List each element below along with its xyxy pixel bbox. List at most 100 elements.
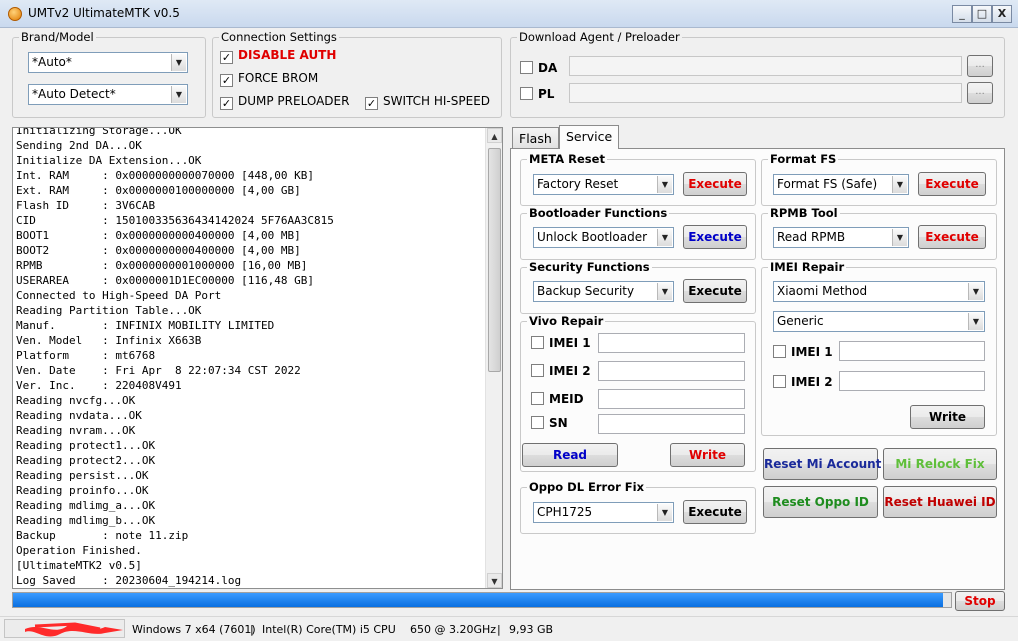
imei-repair-imei2-label: IMEI 2 — [791, 375, 833, 389]
imei-repair-imei2-checkbox[interactable]: IMEI 2 — [773, 375, 833, 391]
force-brom-checkbox[interactable]: ✓ FORCE BROM — [220, 71, 318, 87]
imei-repair-imei1-label: IMEI 1 — [791, 345, 833, 359]
vivo-imei2-label: IMEI 2 — [549, 364, 591, 378]
download-agent-legend: Download Agent / Preloader — [517, 30, 682, 44]
bootloader-group: Bootloader Functions Unlock Bootloader ▼… — [520, 206, 756, 260]
reset-huawei-id-button[interactable]: Reset Huawei ID — [883, 486, 997, 518]
pl-path-field[interactable] — [569, 83, 962, 103]
maximize-button[interactable]: □ — [972, 5, 992, 23]
dump-preloader-checkbox[interactable]: ✓ DUMP PRELOADER — [220, 94, 349, 110]
meta-reset-execute-button[interactable]: Execute — [683, 172, 747, 196]
reset-oppo-id-button[interactable]: Reset Oppo ID — [763, 486, 878, 518]
vivo-imei1-checkbox[interactable]: IMEI 1 — [531, 336, 591, 352]
security-execute-button[interactable]: Execute — [683, 279, 747, 303]
security-value: Backup Security — [537, 284, 635, 298]
brand-select[interactable]: *Auto* ▼ — [28, 52, 188, 73]
vivo-meid-checkbox[interactable]: MEID — [531, 392, 584, 408]
brand-select-value: *Auto* — [32, 55, 72, 69]
pl-browse-button[interactable]: ... — [967, 82, 993, 104]
meta-reset-legend: META Reset — [527, 152, 607, 166]
log-scrollbar[interactable]: ▲ ▼ — [485, 128, 502, 588]
tab-flash[interactable]: Flash — [512, 127, 559, 149]
progress-bar — [12, 592, 952, 608]
imei-repair-imei1-checkbox[interactable]: IMEI 1 — [773, 345, 833, 361]
checkmark-icon: ✓ — [220, 51, 233, 64]
scroll-up-icon[interactable]: ▲ — [487, 128, 502, 143]
meta-reset-select[interactable]: Factory Reset ▼ — [533, 174, 674, 195]
status-cpu: Intel(R) Core(TM) i5 CPU — [262, 623, 396, 636]
status-ram: 9,93 GB — [509, 623, 554, 636]
vivo-imei1-input[interactable] — [598, 333, 745, 353]
reset-mi-account-button[interactable]: Reset Mi Account — [763, 448, 881, 480]
da-checkbox[interactable]: DA — [520, 61, 557, 77]
chevron-down-icon: ▼ — [657, 176, 672, 193]
chevron-down-icon: ▼ — [657, 283, 672, 300]
imei-type-select[interactable]: Generic ▼ — [773, 311, 985, 332]
oppo-dl-select[interactable]: CPH1725 ▼ — [533, 502, 674, 523]
vivo-meid-input[interactable] — [598, 389, 745, 409]
download-agent-group: Download Agent / Preloader DA ... PL ... — [510, 30, 1005, 118]
imei-repair-imei2-input[interactable] — [839, 371, 985, 391]
format-fs-execute-button[interactable]: Execute — [918, 172, 986, 196]
scroll-down-icon[interactable]: ▼ — [487, 573, 502, 588]
vivo-sn-input[interactable] — [598, 414, 745, 434]
switch-hispeed-checkbox[interactable]: ✓ SWITCH HI-SPEED — [365, 94, 490, 110]
minimize-button[interactable]: _ — [952, 5, 972, 23]
log-text: Initializing Storage...OK Sending 2nd DA… — [16, 127, 334, 587]
scroll-thumb[interactable] — [488, 148, 501, 372]
checkmark-icon: ✓ — [365, 97, 378, 110]
rpmb-select[interactable]: Read RPMB ▼ — [773, 227, 909, 248]
close-button[interactable]: X — [992, 5, 1012, 23]
checkmark-icon: ✓ — [220, 74, 233, 87]
rpmb-legend: RPMB Tool — [768, 206, 840, 220]
checkbox-box — [531, 392, 544, 405]
mi-relock-fix-button[interactable]: Mi Relock Fix — [883, 448, 997, 480]
format-fs-legend: Format FS — [768, 152, 839, 166]
model-select[interactable]: *Auto Detect* ▼ — [28, 84, 188, 105]
pl-checkbox[interactable]: PL — [520, 87, 554, 103]
oppo-dl-value: CPH1725 — [537, 505, 593, 519]
stop-button[interactable]: Stop — [955, 591, 1005, 611]
title-bar[interactable]: UMTv2 UltimateMTK v0.5 _ □ X — [0, 0, 1018, 28]
vivo-sn-checkbox[interactable]: SN — [531, 416, 568, 432]
bootloader-execute-button[interactable]: Execute — [683, 225, 747, 249]
chevron-down-icon: ▼ — [892, 176, 907, 193]
vivo-imei2-checkbox[interactable]: IMEI 2 — [531, 364, 591, 380]
tab-service[interactable]: Service — [559, 125, 620, 149]
imei-repair-write-button[interactable]: Write — [910, 405, 985, 429]
imei-repair-imei1-input[interactable] — [839, 341, 985, 361]
app-icon — [8, 7, 22, 21]
brand-model-legend: Brand/Model — [19, 30, 96, 44]
security-legend: Security Functions — [527, 260, 652, 274]
meta-reset-group: META Reset Factory Reset ▼ Execute — [520, 152, 756, 206]
vivo-meid-label: MEID — [549, 392, 584, 406]
imei-method-select[interactable]: Xiaomi Method ▼ — [773, 281, 985, 302]
disable-auth-checkbox[interactable]: ✓ DISABLE AUTH — [220, 48, 336, 64]
vivo-read-button[interactable]: Read — [522, 443, 618, 467]
checkmark-icon: ✓ — [220, 97, 233, 110]
bootloader-value: Unlock Bootloader — [537, 230, 648, 244]
connection-settings-legend: Connection Settings — [219, 30, 339, 44]
model-select-value: *Auto Detect* — [32, 87, 116, 101]
da-browse-button[interactable]: ... — [967, 55, 993, 77]
log-output[interactable]: Initializing Storage...OK Sending 2nd DA… — [12, 127, 503, 589]
brand-model-group: Brand/Model *Auto* ▼ *Auto Detect* ▼ — [12, 30, 206, 118]
imei-repair-legend: IMEI Repair — [768, 260, 847, 274]
security-select[interactable]: Backup Security ▼ — [533, 281, 674, 302]
force-brom-label: FORCE BROM — [238, 71, 319, 85]
da-path-field[interactable] — [569, 56, 962, 76]
chevron-down-icon: ▼ — [657, 504, 672, 521]
oppo-dl-execute-button[interactable]: Execute — [683, 500, 747, 524]
format-fs-select[interactable]: Format FS (Safe) ▼ — [773, 174, 909, 195]
imei-repair-group: IMEI Repair Xiaomi Method ▼ Generic ▼ IM… — [761, 260, 997, 436]
vivo-write-button[interactable]: Write — [670, 443, 745, 467]
rpmb-group: RPMB Tool Read RPMB ▼ Execute — [761, 206, 997, 260]
checkbox-box — [531, 336, 544, 349]
format-fs-group: Format FS Format FS (Safe) ▼ Execute — [761, 152, 997, 206]
vivo-repair-group: Vivo Repair IMEI 1 IMEI 2 MEID SN Read W… — [520, 314, 756, 472]
switch-hispeed-label: SWITCH HI-SPEED — [383, 94, 491, 108]
vivo-repair-legend: Vivo Repair — [527, 314, 606, 328]
rpmb-execute-button[interactable]: Execute — [918, 225, 986, 249]
bootloader-select[interactable]: Unlock Bootloader ▼ — [533, 227, 674, 248]
vivo-imei2-input[interactable] — [598, 361, 745, 381]
